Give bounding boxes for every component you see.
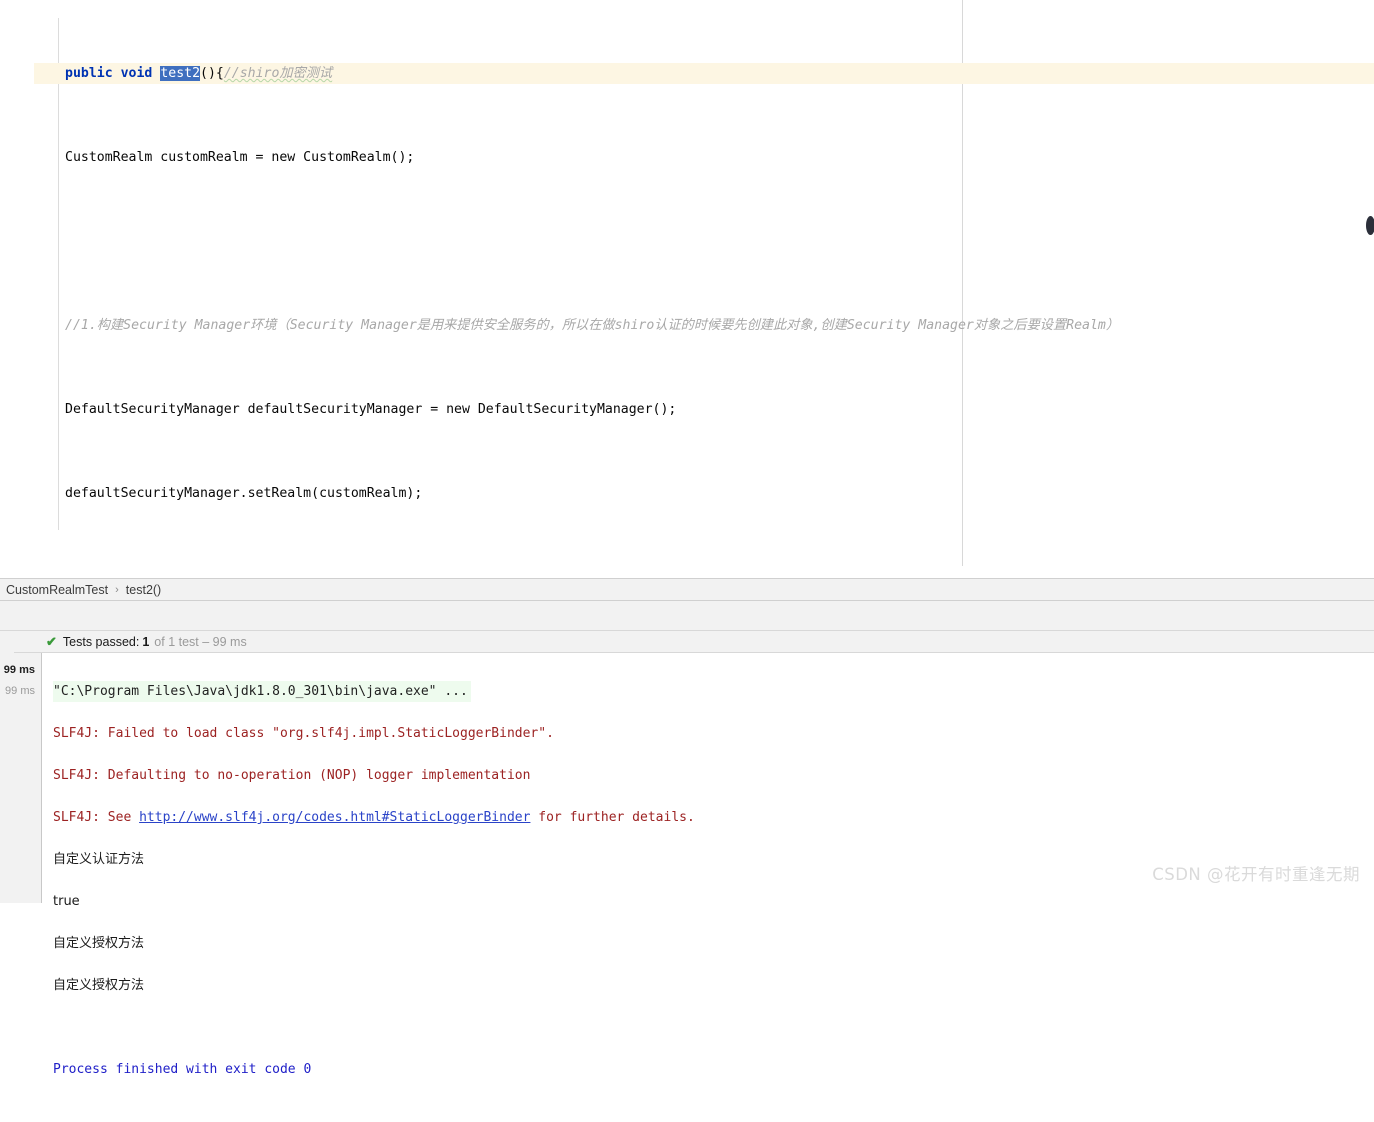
editor-gutter[interactable] — [0, 0, 34, 578]
console-time-gutter: 99 ms 99 ms — [0, 653, 42, 903]
console-exit-line: Process finished with exit code 0 — [53, 1062, 312, 1077]
console-line: 自定义授权方法 — [53, 936, 145, 951]
csdn-watermark: CSDN @花开有时重逢无期 — [1152, 865, 1360, 884]
code-token: (){ — [200, 66, 224, 81]
console-line: true — [53, 894, 80, 909]
code-line-blank[interactable] — [34, 231, 1374, 252]
code-line[interactable]: defaultSecurityManager.setRealm(customRe… — [34, 483, 1374, 504]
tests-passed-count: 1 — [142, 634, 150, 649]
breadcrumb-item-class[interactable]: CustomRealmTest — [6, 583, 108, 597]
keyword-public: public — [65, 66, 113, 81]
run-toolbar[interactable] — [0, 601, 1374, 631]
time-marker: 99 ms — [5, 685, 35, 697]
slf4j-doc-link[interactable]: http://www.slf4j.org/codes.html#StaticLo… — [139, 810, 530, 825]
code-line[interactable]: DefaultSecurityManager defaultSecurityMa… — [34, 399, 1374, 420]
code-line-blank[interactable] — [34, 567, 1374, 578]
check-icon: ✔ — [46, 633, 57, 649]
breadcrumb-item-method[interactable]: test2() — [126, 583, 161, 597]
code-line-current[interactable]: public void test2(){//shiro加密测试 — [0, 63, 1374, 84]
console-line: 自定义授权方法 — [53, 978, 145, 993]
editor-code-area[interactable]: public void test2(){//shiro加密测试 CustomRe… — [0, 0, 1374, 578]
time-marker: 99 ms — [3, 664, 35, 676]
selected-method-name[interactable]: test2 — [160, 66, 201, 81]
code-statement: DefaultSecurityManager defaultSecurityMa… — [65, 402, 677, 417]
code-editor[interactable]: public void test2(){//shiro加密测试 CustomRe… — [0, 0, 1374, 578]
code-statement: defaultSecurityManager.setRealm(customRe… — [65, 486, 423, 501]
block-comment: //1.构建Security Manager环境（Security Manage… — [65, 318, 1120, 333]
tests-passed-label: Tests passed: — [62, 634, 140, 649]
console-line: SLF4J: Failed to load class "org.slf4j.i… — [53, 726, 554, 741]
run-tool-window[interactable]: ✔ Tests passed: 1 of 1 test – 99 ms 99 m… — [0, 601, 1374, 1077]
code-line[interactable]: CustomRealm customRealm = new CustomReal… — [34, 147, 1374, 168]
mouse-cursor-indicator — [1366, 216, 1374, 235]
tests-passed-detail: of 1 test – 99 ms — [154, 634, 247, 649]
test-status-bar: ✔ Tests passed: 1 of 1 test – 99 ms — [14, 631, 1374, 653]
console-command-text: "C:\Program Files\Java\jdk1.8.0_301\bin\… — [53, 681, 471, 702]
inline-comment: //shiro加密测试 — [223, 66, 333, 81]
code-statement: CustomRealm customRealm = new CustomReal… — [65, 150, 415, 165]
console-line: SLF4J: See http://www.slf4j.org/codes.ht… — [53, 807, 1374, 828]
console-text: SLF4J: See — [53, 810, 140, 825]
chevron-right-icon: › — [115, 583, 119, 596]
console-text: for further details. — [530, 810, 695, 825]
console-line: SLF4J: Defaulting to no-operation (NOP) … — [53, 768, 531, 783]
keyword-void: void — [120, 66, 153, 81]
breadcrumb[interactable]: CustomRealmTest › test2() — [0, 578, 1374, 601]
console-line: "C:\Program Files\Java\jdk1.8.0_301\bin\… — [53, 681, 1374, 702]
code-line[interactable]: //1.构建Security Manager环境（Security Manage… — [34, 315, 1374, 336]
